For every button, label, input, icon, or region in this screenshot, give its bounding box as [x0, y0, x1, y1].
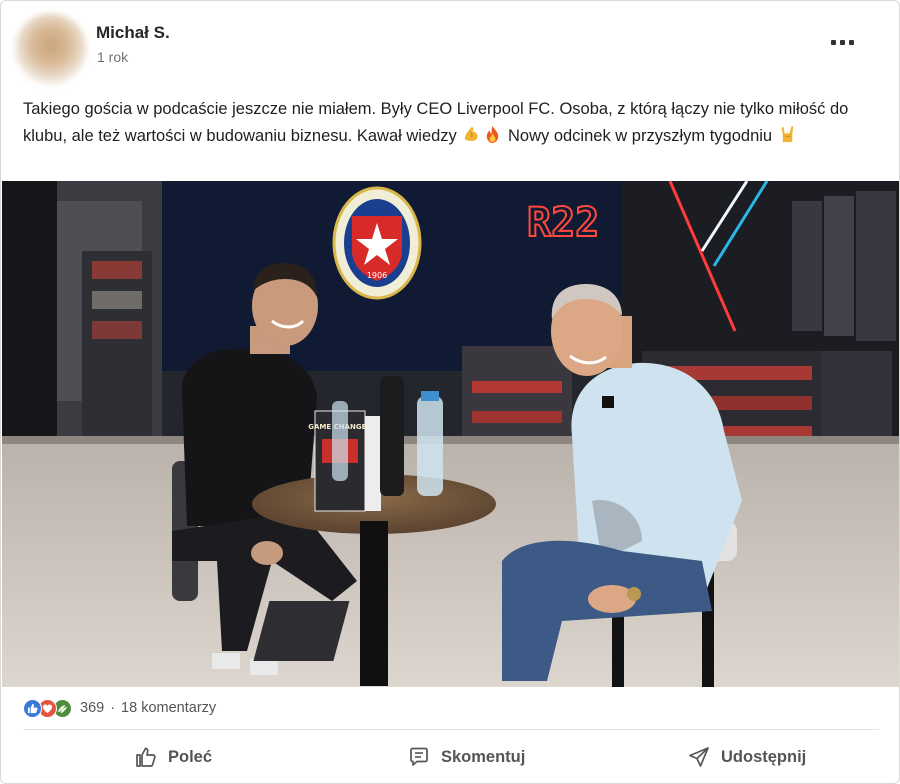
share-button[interactable]: Udostępnij	[687, 738, 806, 776]
author-avatar[interactable]	[15, 13, 87, 85]
divider	[23, 729, 879, 730]
post-time[interactable]: 1 rok	[97, 49, 128, 65]
comments-count-link[interactable]: 18 komentarzy	[121, 700, 216, 716]
like-button-label: Poleć	[168, 747, 213, 766]
dot-icon	[839, 39, 845, 45]
comment-button[interactable]: Skomentuj	[407, 738, 525, 776]
water-bottle	[417, 396, 443, 496]
flexed-biceps-icon	[465, 127, 478, 141]
author-name[interactable]: Michał S.	[96, 23, 170, 43]
share-button-label: Udostępnij	[721, 747, 807, 766]
neon-sign-text: R22	[527, 200, 599, 246]
action-bar: Poleć Skomentuj Udostępnij	[1, 734, 899, 780]
more-options-button[interactable]	[819, 27, 865, 57]
reactions-summary[interactable]: 369 · 18 komentarzy	[23, 697, 216, 719]
sign-of-horns-icon	[781, 126, 793, 143]
post-text: Takiego gościa w podcaście jeszcze nie m…	[23, 96, 883, 150]
reaction-count[interactable]: 369	[80, 700, 104, 716]
microphone	[380, 376, 404, 496]
like-icon	[23, 698, 42, 718]
feed-post: Michał S. 1 rok Takiego gościa w podcaśc…	[0, 0, 900, 784]
post-photo[interactable]: R22 1906 GAME CHANGER	[2, 181, 899, 687]
podcast-photo-illustration: R22 1906 GAME CHANGER	[2, 181, 899, 687]
crest-year: 1906	[367, 271, 387, 280]
thumbs-up-icon	[136, 747, 156, 767]
like-button[interactable]: Poleć	[134, 738, 212, 776]
fire-icon	[487, 125, 499, 144]
dot-icon	[830, 39, 836, 45]
comment-icon	[410, 747, 428, 766]
post-text-part-2: Nowy odcinek w przyszłym tygodniu	[503, 127, 777, 145]
comment-button-label: Skomentuj	[441, 747, 526, 766]
send-icon	[689, 747, 709, 767]
dot-icon	[848, 39, 854, 45]
separator: ·	[110, 700, 116, 716]
club-crest-logo: 1906	[332, 186, 422, 300]
